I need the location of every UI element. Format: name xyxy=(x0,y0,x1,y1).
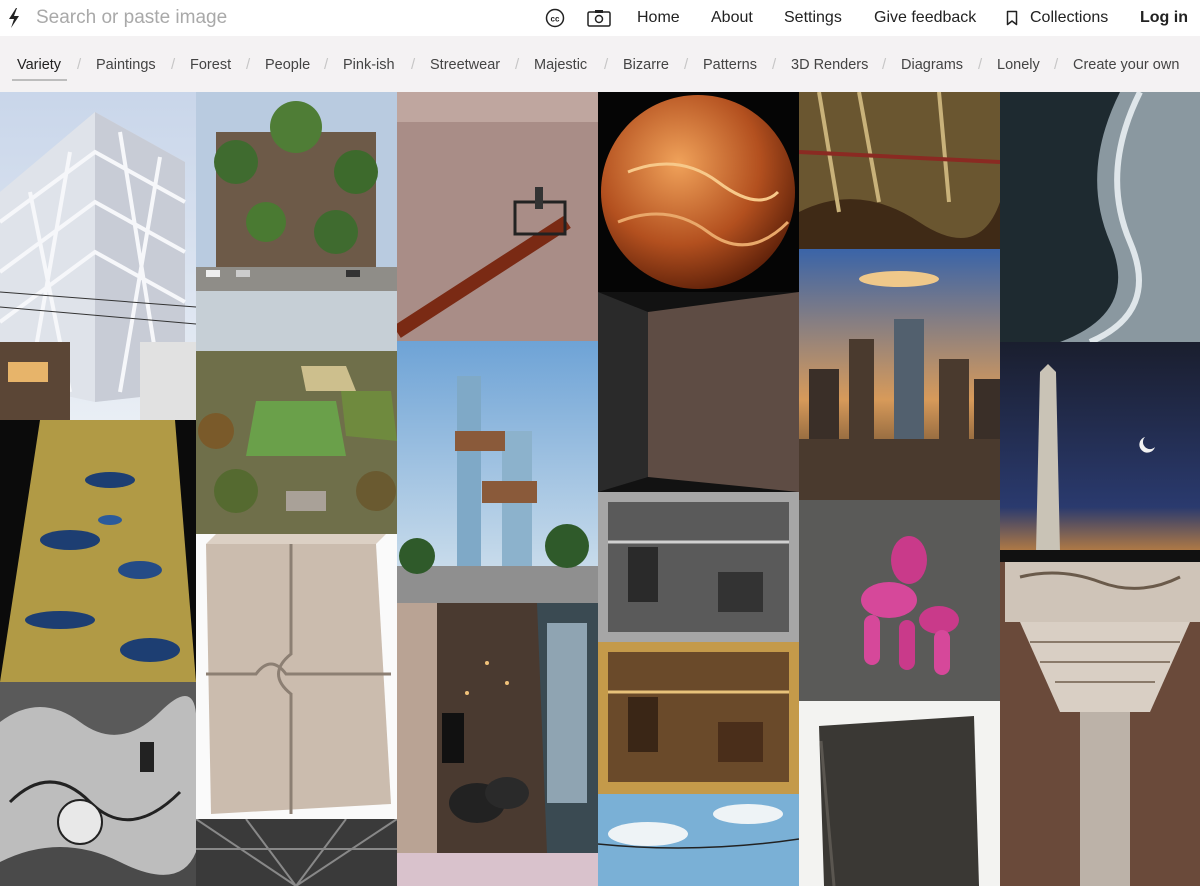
image-tile-lattice-building[interactable] xyxy=(0,92,196,420)
image-tile-sky-powerlines[interactable] xyxy=(598,794,799,886)
image-tile-aerial-park[interactable] xyxy=(196,291,397,534)
cc-icon[interactable]: cc xyxy=(544,6,566,30)
image-tile-gold-blue-texture[interactable] xyxy=(0,420,196,682)
category-separator: / xyxy=(411,56,416,73)
category-separator: / xyxy=(882,56,887,73)
category-patterns[interactable]: Patterns xyxy=(703,57,757,73)
lightning-logo-icon[interactable] xyxy=(6,7,22,29)
category-paintings[interactable]: Paintings xyxy=(96,57,156,73)
image-tile-carved-column[interactable] xyxy=(1000,562,1200,886)
category-bar: Variety / Paintings / Forest / People / … xyxy=(0,36,1200,92)
image-tile-pink-wall-crane[interactable] xyxy=(397,92,598,341)
image-tile-dark-wall[interactable] xyxy=(598,292,799,492)
image-tile-glass-skyscraper[interactable] xyxy=(397,341,598,603)
category-pink-ish[interactable]: Pink-ish xyxy=(343,57,395,73)
top-bar: cc Home About Settings Give feedback Col… xyxy=(0,0,1200,36)
nav-about[interactable]: About xyxy=(711,0,753,36)
image-grid xyxy=(0,92,1200,886)
image-tile-city-skyline[interactable] xyxy=(799,249,1000,500)
nav-give-feedback[interactable]: Give feedback xyxy=(874,0,976,36)
image-tile-vertical-forest[interactable] xyxy=(196,92,397,291)
category-majestic[interactable]: Majestic xyxy=(534,57,587,73)
nav-collections[interactable]: Collections xyxy=(1030,0,1108,36)
camera-icon[interactable] xyxy=(586,6,612,30)
nav-settings[interactable]: Settings xyxy=(784,0,842,36)
category-separator: / xyxy=(77,56,82,73)
image-tile-steel-structure[interactable] xyxy=(196,819,397,886)
category-separator: / xyxy=(1054,56,1059,73)
image-tile-washington-monument[interactable] xyxy=(1000,342,1200,562)
category-3d-renders[interactable]: 3D Renders xyxy=(791,57,868,73)
category-forest[interactable]: Forest xyxy=(190,57,231,73)
category-create-your-own[interactable]: Create your own xyxy=(1073,57,1179,73)
image-tile-ocean-waves[interactable] xyxy=(1000,92,1200,342)
category-separator: / xyxy=(604,56,609,73)
image-tile-ink-drawing[interactable] xyxy=(0,682,196,886)
category-separator: / xyxy=(978,56,983,73)
image-tile-loft-interior[interactable] xyxy=(397,603,598,853)
image-tile-leather-book[interactable] xyxy=(799,701,1000,886)
nav-home[interactable]: Home xyxy=(637,0,680,36)
category-separator: / xyxy=(246,56,251,73)
category-streetwear[interactable]: Streetwear xyxy=(430,57,500,73)
image-tile-dollhouse-color[interactable] xyxy=(598,642,799,794)
image-tile-pink-haze[interactable] xyxy=(397,853,598,886)
category-variety[interactable]: Variety xyxy=(17,57,61,73)
category-people[interactable]: People xyxy=(265,57,310,73)
image-tile-balloon-dog[interactable] xyxy=(799,500,1000,701)
category-bizarre[interactable]: Bizarre xyxy=(623,57,669,73)
image-tile-abstract-painting[interactable] xyxy=(799,92,1000,249)
category-separator: / xyxy=(324,56,329,73)
bookmark-icon[interactable] xyxy=(1004,6,1020,30)
search-input[interactable] xyxy=(36,4,496,32)
image-tile-dollhouse-bw[interactable] xyxy=(598,492,799,642)
category-separator: / xyxy=(772,56,777,73)
category-separator: / xyxy=(171,56,176,73)
active-category-underline xyxy=(12,79,67,81)
image-tile-stone-puzzle[interactable] xyxy=(196,534,397,819)
category-separator: / xyxy=(684,56,689,73)
login-button[interactable]: Log in xyxy=(1140,0,1188,36)
category-separator: / xyxy=(515,56,520,73)
category-diagrams[interactable]: Diagrams xyxy=(901,57,963,73)
image-tile-planet-venus[interactable] xyxy=(598,92,799,292)
category-lonely[interactable]: Lonely xyxy=(997,57,1040,73)
svg-text:cc: cc xyxy=(551,15,560,24)
